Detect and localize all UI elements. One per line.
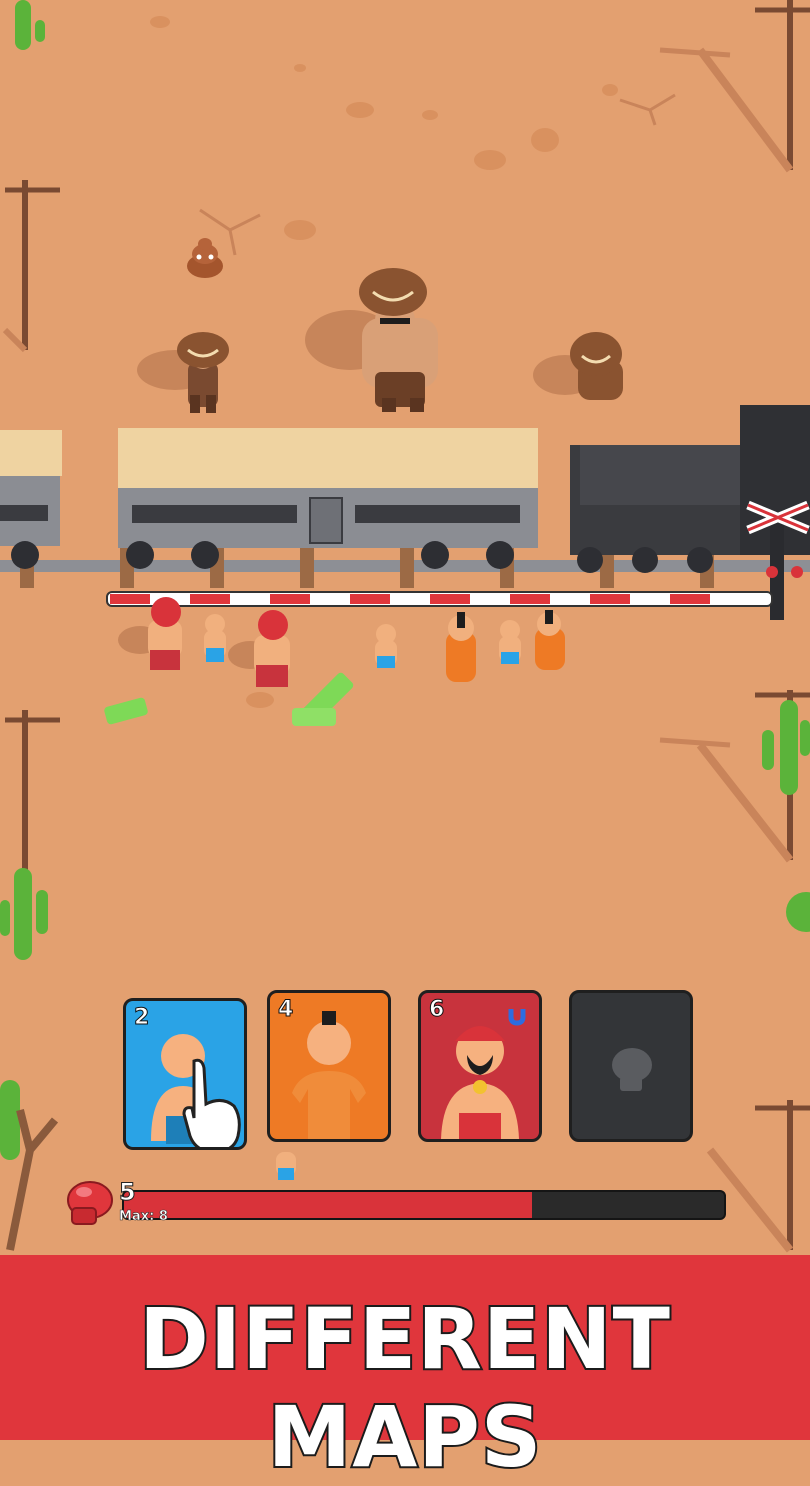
banner-title: DIFFERENT MAPS [137, 1288, 672, 1486]
kid-unit-2 [375, 624, 397, 668]
locked-glove-icon [612, 1048, 652, 1091]
passenger-car [118, 428, 538, 569]
card-cost: 2 [133, 1005, 150, 1031]
unit-card-prisoner[interactable]: 4 [267, 990, 391, 1142]
cactus-bottom-left [0, 1080, 20, 1160]
unit-card-kid[interactable]: 2 [123, 998, 247, 1150]
card-cost: 6 [428, 997, 445, 1023]
kid-unit-1 [204, 614, 226, 662]
unit-card-locked[interactable] [569, 990, 693, 1142]
prisoner-unit-1 [446, 612, 476, 682]
card-cost: 4 [277, 997, 294, 1023]
kid-unit-bottom [276, 1152, 296, 1180]
energy-bar-fill [124, 1192, 532, 1218]
kid-unit-3 [499, 620, 521, 664]
energy-value: 5 [119, 1178, 137, 1207]
unit-card-boxer[interactable]: 6 [418, 990, 542, 1142]
energy-max-label: Max: 8 [119, 1209, 168, 1225]
game-scene [0, 0, 810, 1440]
crossing-barrier [106, 591, 773, 607]
tap-hand-icon [182, 1058, 241, 1147]
boxing-glove-icon [67, 1181, 113, 1225]
energy-bar [122, 1190, 726, 1220]
